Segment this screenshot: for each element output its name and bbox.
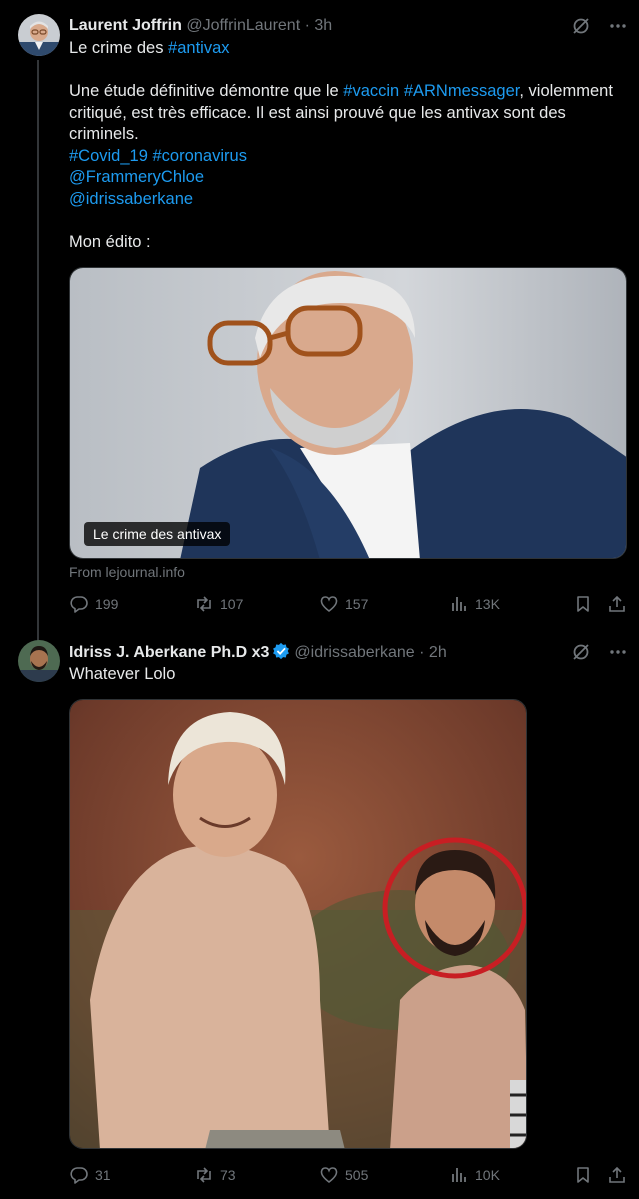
repost-icon	[197, 596, 211, 612]
thread-connector-line	[37, 60, 39, 642]
tweet-text-line: Une étude définitive démontre que le #va…	[69, 81, 629, 103]
share-icon	[609, 1166, 625, 1183]
link-card-image[interactable]: Le crime des antivax	[69, 267, 627, 559]
views-count: 13K	[475, 596, 500, 612]
tweet-text-line: Mon édito :	[69, 232, 629, 254]
reply-count: 199	[95, 596, 119, 612]
timestamp[interactable]: 3h	[314, 17, 332, 34]
repost-count: 107	[220, 596, 244, 612]
views-button[interactable]: 10K	[449, 1165, 500, 1185]
hashtag-link[interactable]: #vaccin	[343, 82, 399, 100]
text-segment: criminels.	[69, 125, 139, 143]
share-icon	[609, 595, 625, 612]
author-handle[interactable]: @idrissaberkane	[294, 644, 414, 661]
like-button[interactable]: 157	[319, 594, 368, 614]
tweet-text-line: critiqué, est très efficace. Il est ains…	[69, 103, 629, 125]
hashtag-link[interactable]: #coronavirus	[152, 147, 246, 165]
repost-count: 73	[220, 1167, 236, 1183]
views-icon	[452, 597, 466, 611]
card-caption: Le crime des antivax	[84, 522, 231, 546]
avatar-laurent-joffrin[interactable]	[18, 14, 60, 56]
tweet-text-line	[69, 60, 629, 82]
text-segment: Une étude définitive démontre que le	[69, 82, 344, 100]
views-icon	[452, 1168, 466, 1182]
grok-icon[interactable]	[571, 642, 591, 662]
bookmark-icon	[577, 1167, 589, 1183]
tweet-text-line: Le crime des #antivax	[69, 38, 629, 60]
tweet-text-line: #Covid_19 #coronavirus	[69, 146, 629, 168]
views-button[interactable]: 13K	[449, 594, 500, 614]
avatar-idriss-aberkane[interactable]	[18, 640, 60, 682]
repost-button[interactable]: 107	[194, 594, 243, 614]
like-count: 505	[345, 1167, 369, 1183]
more-icon[interactable]	[609, 649, 627, 655]
tweet-text-line: criminels.	[69, 124, 629, 146]
bookmark-button[interactable]	[573, 1165, 593, 1185]
grok-icon[interactable]	[571, 16, 591, 36]
text-segment: critiqué, est très efficace. Il est ains…	[69, 103, 566, 122]
tweet-text: Whatever Lolo	[69, 664, 629, 686]
tweet-top-actions	[571, 16, 627, 36]
reply-button[interactable]: 31	[69, 1165, 111, 1185]
repost-button[interactable]: 73	[194, 1165, 236, 1185]
more-icon[interactable]	[609, 23, 627, 29]
separator-dot: ·	[419, 644, 425, 661]
tweet-text-line: @idrissaberkane	[69, 189, 629, 211]
tweet-text: Le crime des #antivax Une étude définitiv…	[69, 38, 629, 253]
action-bar: 31 73 505 10K	[69, 1165, 627, 1185]
text-segment: , violemment	[519, 82, 613, 100]
mention-link[interactable]: @FrammeryChloe	[69, 168, 204, 186]
action-bar: 199 107 157 13K	[69, 594, 627, 614]
hashtag-link[interactable]: #antivax	[168, 39, 229, 57]
tweet-idriss-aberkane[interactable]: Idriss J. Aberkane Ph.D x3 @idrissaberkan…	[0, 626, 639, 1199]
views-count: 10K	[475, 1167, 500, 1183]
repost-icon	[197, 1167, 211, 1183]
author-handle[interactable]: @JoffrinLaurent	[186, 17, 300, 34]
share-button[interactable]	[607, 594, 627, 614]
reply-count: 31	[95, 1167, 111, 1183]
like-button[interactable]: 505	[319, 1165, 368, 1185]
author-name[interactable]: Idriss J. Aberkane Ph.D x3	[69, 644, 269, 661]
timestamp[interactable]: 2h	[429, 644, 447, 661]
bookmark-icon	[577, 596, 589, 612]
separator-dot: ·	[304, 17, 310, 34]
text-segment: Mon édito :	[69, 232, 151, 251]
tweet-text-line: @FrammeryChloe	[69, 167, 629, 189]
author-name[interactable]: Laurent Joffrin	[69, 17, 182, 34]
share-button[interactable]	[607, 1165, 627, 1185]
tweet-header: Laurent Joffrin @JoffrinLaurent · 3h	[69, 16, 332, 36]
text-segment: Le crime des	[69, 39, 169, 57]
reply-button[interactable]: 199	[69, 594, 118, 614]
like-icon	[320, 1167, 338, 1184]
tweet-top-actions	[571, 642, 627, 662]
mention-link[interactable]: @idrissaberkane	[69, 190, 193, 208]
reply-icon	[70, 596, 88, 613]
bookmark-button[interactable]	[573, 594, 593, 614]
reply-icon	[70, 1167, 88, 1184]
verified-icon	[272, 642, 290, 666]
tweet-laurent-joffrin[interactable]: Laurent Joffrin @JoffrinLaurent · 3h Le …	[0, 0, 639, 642]
tweet-photo[interactable]	[69, 699, 527, 1149]
text-segment: Whatever Lolo	[69, 665, 176, 683]
hashtag-link[interactable]: #Covid_19	[69, 147, 148, 165]
hashtag-link[interactable]: #ARNmessager	[404, 82, 520, 100]
like-icon	[320, 596, 338, 613]
tweet-text-line	[69, 210, 629, 232]
card-source[interactable]: From lejournal.info	[69, 564, 185, 580]
tweet-header: Idriss J. Aberkane Ph.D x3 @idrissaberkan…	[69, 642, 447, 666]
like-count: 157	[345, 596, 369, 612]
tweet-text-line: Whatever Lolo	[69, 664, 629, 686]
